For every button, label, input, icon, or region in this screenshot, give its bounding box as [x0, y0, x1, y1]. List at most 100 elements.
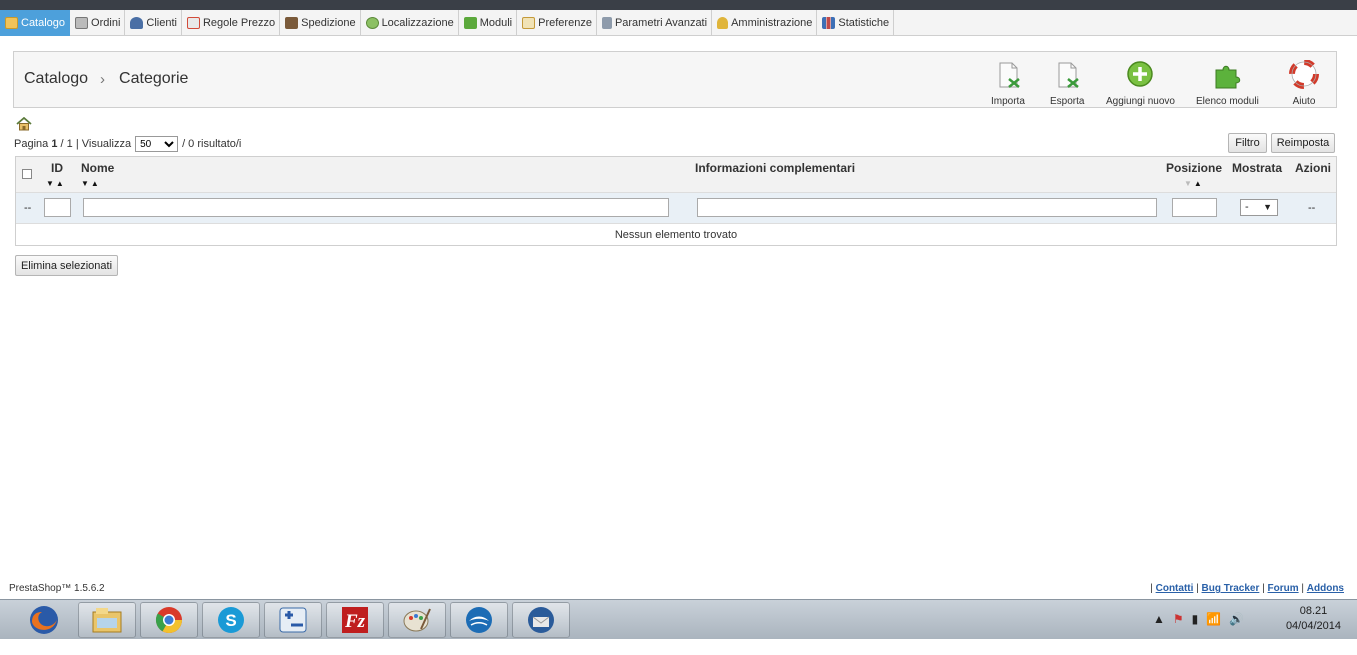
add-new-label: Aggiungi nuovo — [1106, 96, 1175, 107]
show-hidden-icons-icon[interactable]: ▲ — [1153, 612, 1165, 626]
wrench-icon — [601, 17, 612, 29]
window-top-bar — [0, 0, 1357, 10]
taskbar-explorer[interactable] — [78, 602, 136, 638]
clock-date: 04/04/2014 — [1285, 620, 1341, 632]
info-filter-input[interactable] — [697, 198, 1157, 217]
modules-list-button[interactable]: Elenco moduli — [1196, 60, 1259, 107]
tab-statistiche[interactable]: Statistiche — [817, 10, 895, 36]
bar-chart-icon — [822, 17, 836, 29]
tab-label: Statistiche — [838, 17, 890, 29]
modules-list-label: Elenco moduli — [1196, 96, 1259, 107]
column-id: ID — [51, 161, 63, 175]
tab-catalogo[interactable]: Catalogo — [0, 10, 71, 36]
taskbar-paint[interactable] — [388, 602, 446, 638]
forum-link[interactable]: Forum — [1268, 583, 1299, 594]
version-label: PrestaShop™ 1.5.6.2 — [9, 583, 105, 594]
tab-parametri-avanzati[interactable]: Parametri Avanzati — [597, 10, 713, 36]
sort-name-arrows[interactable]: ▼▲ — [81, 179, 101, 188]
position-filter-input[interactable] — [1172, 198, 1217, 217]
results-count: / 0 risultato/i — [182, 138, 242, 150]
import-icon — [999, 62, 1020, 88]
tab-label: Moduli — [479, 17, 513, 29]
add-new-button[interactable]: Aggiungi nuovo — [1106, 60, 1175, 107]
sort-id-arrows[interactable]: ▼▲ — [46, 179, 66, 188]
filter-dash: -- — [24, 202, 32, 214]
tab-clienti[interactable]: Clienti — [125, 10, 182, 36]
tab-amministrazione[interactable]: Amministrazione — [712, 10, 818, 36]
addons-link[interactable]: Addons — [1307, 583, 1344, 594]
price-rule-icon — [186, 17, 200, 29]
puzzle-icon — [1215, 65, 1241, 89]
select-all-checkbox[interactable] — [22, 169, 32, 179]
name-filter-input[interactable] — [83, 198, 669, 217]
tab-regole-prezzo[interactable]: Regole Prezzo — [182, 10, 281, 36]
tab-label: Ordini — [91, 17, 121, 29]
page-header: Catalogo › Categorie Importa Esporta Agg… — [13, 51, 1337, 108]
pager-divider: | — [75, 138, 79, 150]
clock[interactable]: 08.21 04/04/2014 — [1286, 604, 1341, 634]
help-label: Aiuto — [1292, 96, 1316, 107]
per-page-select[interactable]: 50 — [135, 136, 179, 152]
cart-icon — [75, 17, 89, 29]
tab-spedizione[interactable]: Spedizione — [280, 10, 361, 36]
tab-preferenze[interactable]: Preferenze — [517, 10, 597, 36]
filter-button[interactable]: Filtro — [1228, 133, 1267, 153]
network-signal-icon[interactable]: 📶 — [1206, 612, 1221, 626]
screen-bottom-margin — [0, 639, 1357, 655]
column-shown: Mostrata — [1232, 161, 1283, 175]
show-label: Visualizza — [81, 138, 132, 150]
taskbar-openoffice[interactable] — [450, 602, 508, 638]
pagination: Pagina 1 / 1 | Visualizza 50 / 0 risulta… — [14, 136, 241, 152]
firefox-icon — [30, 606, 58, 634]
id-filter-input[interactable] — [44, 198, 71, 217]
page-label: Pagina — [14, 138, 49, 150]
help-button[interactable]: Aiuto — [1289, 60, 1319, 107]
tab-label: Clienti — [146, 17, 177, 29]
taskbar-thunderbird[interactable] — [512, 602, 570, 638]
file-explorer-icon — [92, 608, 122, 633]
truck-icon — [285, 17, 299, 29]
contacts-link[interactable]: Contatti — [1156, 583, 1194, 594]
breadcrumb-separator: › — [100, 70, 106, 88]
sort-position-arrows[interactable]: ▼▲ — [1184, 179, 1204, 188]
export-button[interactable]: Esporta — [1050, 60, 1084, 107]
taskbar-chrome[interactable] — [140, 602, 198, 638]
empty-message: Nessun elemento trovato — [614, 229, 738, 241]
delete-selected-button[interactable]: Elimina selezionati — [15, 255, 118, 276]
taskbar-skype[interactable]: S — [202, 602, 260, 638]
page-title: Categorie — [119, 70, 189, 87]
tab-moduli[interactable]: Moduli — [459, 10, 518, 36]
tab-label: Amministrazione — [731, 17, 813, 29]
column-name: Nome — [81, 161, 115, 175]
taskbar-filezilla[interactable]: Fz — [326, 602, 384, 638]
key-icon — [717, 17, 729, 29]
tab-localizzazione[interactable]: Localizzazione — [361, 10, 459, 36]
battery-icon[interactable]: ▮ — [1192, 612, 1199, 626]
bug-tracker-link[interactable]: Bug Tracker — [1202, 583, 1260, 594]
taskbar-firefox[interactable] — [15, 602, 73, 638]
volume-icon[interactable]: 🔊 — [1229, 612, 1244, 626]
chrome-icon — [155, 607, 183, 634]
reset-button[interactable]: Reimposta — [1271, 133, 1335, 153]
filter-row: -- - ▼ -- — [16, 193, 1336, 224]
taskbar-calculator[interactable] — [264, 602, 322, 638]
action-center-icon[interactable]: ⚑ — [1173, 612, 1184, 626]
svg-text:S: S — [225, 611, 236, 630]
column-position: Posizione — [1166, 161, 1223, 175]
breadcrumb-catalogo[interactable]: Catalogo — [24, 70, 88, 88]
tab-label: Preferenze — [538, 17, 592, 29]
tab-label: Parametri Avanzati — [614, 17, 708, 29]
folder-icon — [5, 17, 18, 29]
footer-links: | Contatti | Bug Tracker | Forum | Addon… — [1150, 583, 1344, 594]
import-label: Importa — [991, 96, 1025, 107]
svg-text:Fz: Fz — [344, 611, 366, 632]
tab-ordini[interactable]: Ordini — [70, 10, 126, 36]
shown-filter-select[interactable]: - ▼ — [1240, 199, 1278, 216]
puzzle-icon — [463, 17, 477, 29]
system-tray: ▲ ⚑ ▮ 📶 🔊 — [1153, 612, 1244, 626]
thunderbird-icon — [528, 607, 554, 633]
shown-filter-value: - — [1245, 201, 1249, 213]
home-icon[interactable] — [16, 117, 32, 131]
tab-label: Localizzazione — [381, 17, 454, 29]
import-button[interactable]: Importa — [991, 60, 1025, 107]
